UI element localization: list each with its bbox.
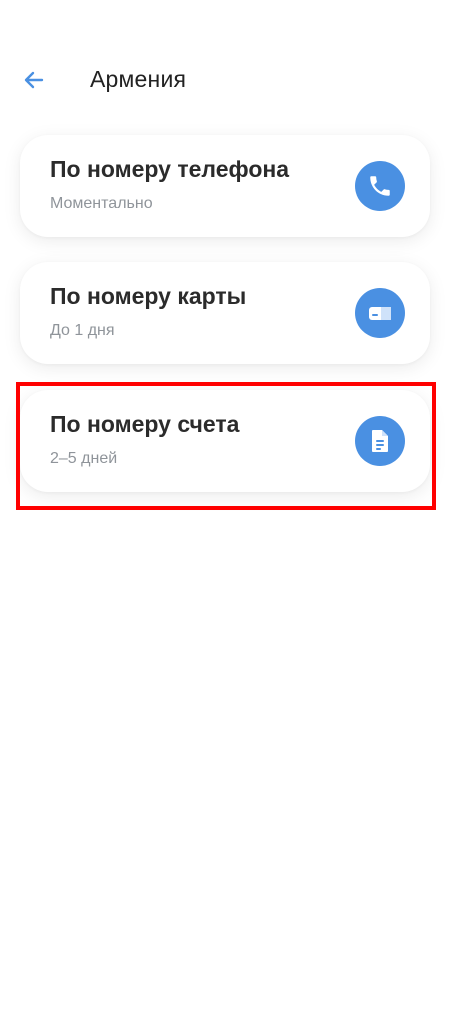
document-icon [355, 416, 405, 466]
header: Армения [0, 55, 450, 105]
option-subtitle: 2–5 дней [50, 450, 118, 467]
option-title: По номеру карты [50, 283, 247, 309]
option-phone-card[interactable]: По номеру телефона Моментально [20, 135, 430, 237]
phone-icon [355, 161, 405, 211]
option-title: По номеру счета [50, 411, 240, 437]
option-card-number-card[interactable]: По номеру карты До 1 дня [20, 262, 430, 364]
option-subtitle: Моментально [50, 195, 153, 212]
back-button[interactable] [14, 60, 54, 100]
arrow-left-icon [24, 71, 44, 89]
page-title: Армения [90, 66, 187, 92]
option-title: По номеру телефона [50, 156, 290, 182]
option-account-number-card[interactable]: По номеру счета 2–5 дней [20, 390, 430, 492]
card-icon [355, 288, 405, 338]
option-subtitle: До 1 дня [50, 322, 115, 339]
transfer-method-screen: Армения По номеру телефона Моментально П… [0, 0, 450, 1024]
